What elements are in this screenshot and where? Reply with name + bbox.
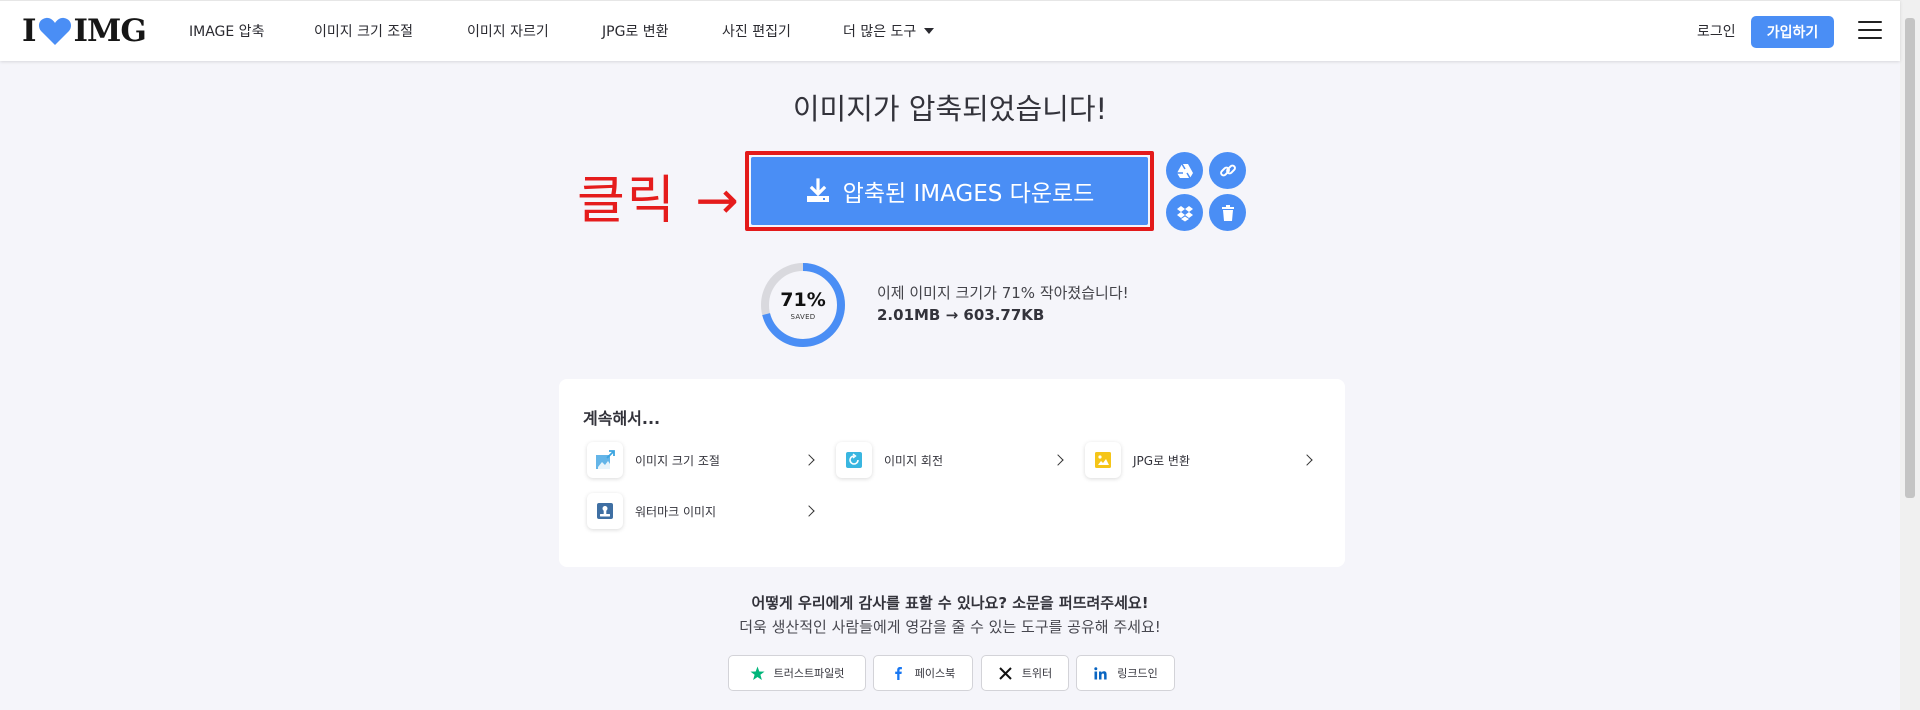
delete-button[interactable]	[1209, 194, 1246, 231]
page-scrollbar[interactable]	[1900, 0, 1920, 710]
scrollbar-thumb[interactable]	[1905, 18, 1915, 498]
download-compressed-button[interactable]: 압축된 IMAGES 다운로드	[751, 157, 1148, 225]
nav-resize-image[interactable]: 이미지 크기 조절	[314, 21, 413, 41]
savings-percent-caption: SAVED	[790, 313, 816, 321]
share-button-label: 페이스북	[914, 667, 956, 680]
share-button-label: 트러스트파일럿	[773, 667, 845, 680]
continue-tool-watermark[interactable]: 워터마크 이미지	[587, 493, 817, 529]
continue-tool-rotate[interactable]: 이미지 회전	[836, 442, 1066, 478]
nav-more-tools[interactable]: 더 많은 도구	[843, 21, 935, 41]
download-highlight-box: 압축된 IMAGES 다운로드	[745, 151, 1154, 231]
share-trustpilot-button[interactable]: 트러스트파일럿	[728, 655, 866, 691]
share-facebook-button[interactable]: 페이스북	[873, 655, 973, 691]
facebook-icon	[894, 666, 902, 680]
iloveimg-logo[interactable]: I IMG	[22, 13, 147, 49]
share-linkedin-button[interactable]: 링크드인	[1076, 655, 1175, 691]
download-icon	[806, 178, 829, 202]
linkedin-icon	[1094, 666, 1107, 679]
nav-compress-image[interactable]: IMAGE 압축	[189, 21, 264, 41]
logo-text-right: IMG	[73, 13, 147, 49]
click-annotation: 클릭 →	[577, 171, 741, 231]
chevron-right-icon	[1301, 454, 1313, 466]
signup-button[interactable]: 가입하기	[1751, 16, 1834, 48]
download-label: 압축된 IMAGES 다운로드	[842, 181, 1095, 207]
dropbox-icon	[1176, 205, 1193, 221]
heart-icon	[38, 17, 71, 45]
share-subtitle: 더욱 생산적인 사람들에게 영감을 줄 수 있는 도구를 공유해 주세요!	[739, 618, 1161, 636]
link-icon	[1219, 164, 1236, 176]
star-icon	[750, 666, 765, 680]
continue-tool-label: 워터마크 이미지	[635, 504, 717, 519]
share-twitter-button[interactable]: 트위터	[981, 655, 1069, 691]
share-title: 어떻게 우리에게 감사를 표할 수 있나요? 소문을 퍼뜨려주세요!	[751, 594, 1149, 612]
trash-icon	[1221, 204, 1234, 221]
google-drive-button[interactable]	[1166, 152, 1203, 189]
continue-tool-label: 이미지 크기 조절	[635, 453, 720, 468]
x-icon	[999, 666, 1012, 680]
nav-crop-image[interactable]: 이미지 자르기	[467, 21, 549, 41]
caret-down-icon	[924, 28, 935, 34]
nav-photo-editor[interactable]: 사진 편집기	[722, 21, 791, 41]
continue-tool-resize[interactable]: 이미지 크기 조절	[587, 442, 817, 478]
dropbox-button[interactable]	[1166, 194, 1203, 231]
continue-title: 계속해서...	[583, 409, 661, 428]
share-button-label: 링크드인	[1117, 667, 1158, 680]
continue-tool-label: JPG로 변환	[1133, 453, 1191, 468]
hamburger-menu-icon[interactable]	[1858, 21, 1882, 41]
chevron-right-icon	[803, 454, 815, 466]
resize-icon	[587, 442, 623, 478]
share-button-label: 트위터	[1021, 667, 1053, 680]
size-change: 2.01MB → 603.77KB	[877, 306, 1045, 324]
continue-tool-convert-jpg[interactable]: JPG로 변환	[1085, 442, 1315, 478]
rotate-icon	[836, 442, 872, 478]
chevron-right-icon	[803, 505, 815, 517]
top-header: I IMG IMAGE 압축 이미지 크기 조절 이미지 자르기 JPG로 변환…	[0, 0, 1900, 61]
nav-convert-jpg[interactable]: JPG로 변환	[602, 21, 669, 41]
watermark-icon	[587, 493, 623, 529]
continue-card: 계속해서... 이미지 크기 조절 이미지 회전 JPG로 변환 워터마크 이미…	[559, 379, 1345, 567]
login-link[interactable]: 로그인	[1697, 21, 1736, 41]
saved-message: 이제 이미지 크기가 71% 작아졌습니다!	[877, 284, 1129, 302]
copy-link-button[interactable]	[1209, 152, 1246, 189]
nav-more-tools-label: 더 많은 도구	[843, 24, 917, 40]
savings-percent: 71%	[780, 289, 826, 311]
page-title: 이미지가 압축되었습니다!	[792, 92, 1108, 126]
jpg-icon	[1085, 442, 1121, 478]
continue-tool-label: 이미지 회전	[884, 453, 944, 468]
logo-text-left: I	[22, 13, 36, 49]
google-drive-icon	[1176, 163, 1193, 178]
chevron-right-icon	[1052, 454, 1064, 466]
